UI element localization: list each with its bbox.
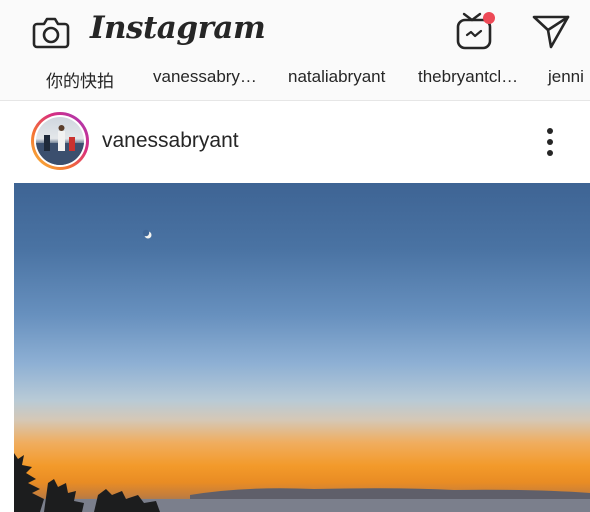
brand-logo: Instagram: [90, 10, 266, 46]
more-options-icon[interactable]: [540, 126, 560, 158]
direct-message-icon[interactable]: [530, 13, 572, 51]
stories-tray: 你的快拍 vanessabry… nataliabryant thebryant…: [0, 66, 590, 100]
camera-icon[interactable]: [31, 15, 71, 51]
avatar-story-ring[interactable]: [31, 112, 89, 170]
story-label[interactable]: jenni: [548, 67, 584, 87]
story-label[interactable]: thebryantcl…: [418, 67, 518, 87]
story-label-your-story[interactable]: 你的快拍: [46, 67, 114, 92]
moon-icon: [142, 229, 152, 239]
story-label[interactable]: nataliabryant: [288, 67, 385, 87]
post-header: vanessabryant: [0, 101, 590, 183]
post-username[interactable]: vanessabryant: [102, 129, 239, 153]
story-label[interactable]: vanessabry…: [153, 67, 257, 87]
post-image[interactable]: [14, 183, 590, 512]
igtv-icon[interactable]: [454, 10, 498, 52]
notification-dot: [483, 12, 495, 24]
top-navigation-bar: Instagram: [0, 0, 590, 66]
avatar: [36, 117, 84, 165]
